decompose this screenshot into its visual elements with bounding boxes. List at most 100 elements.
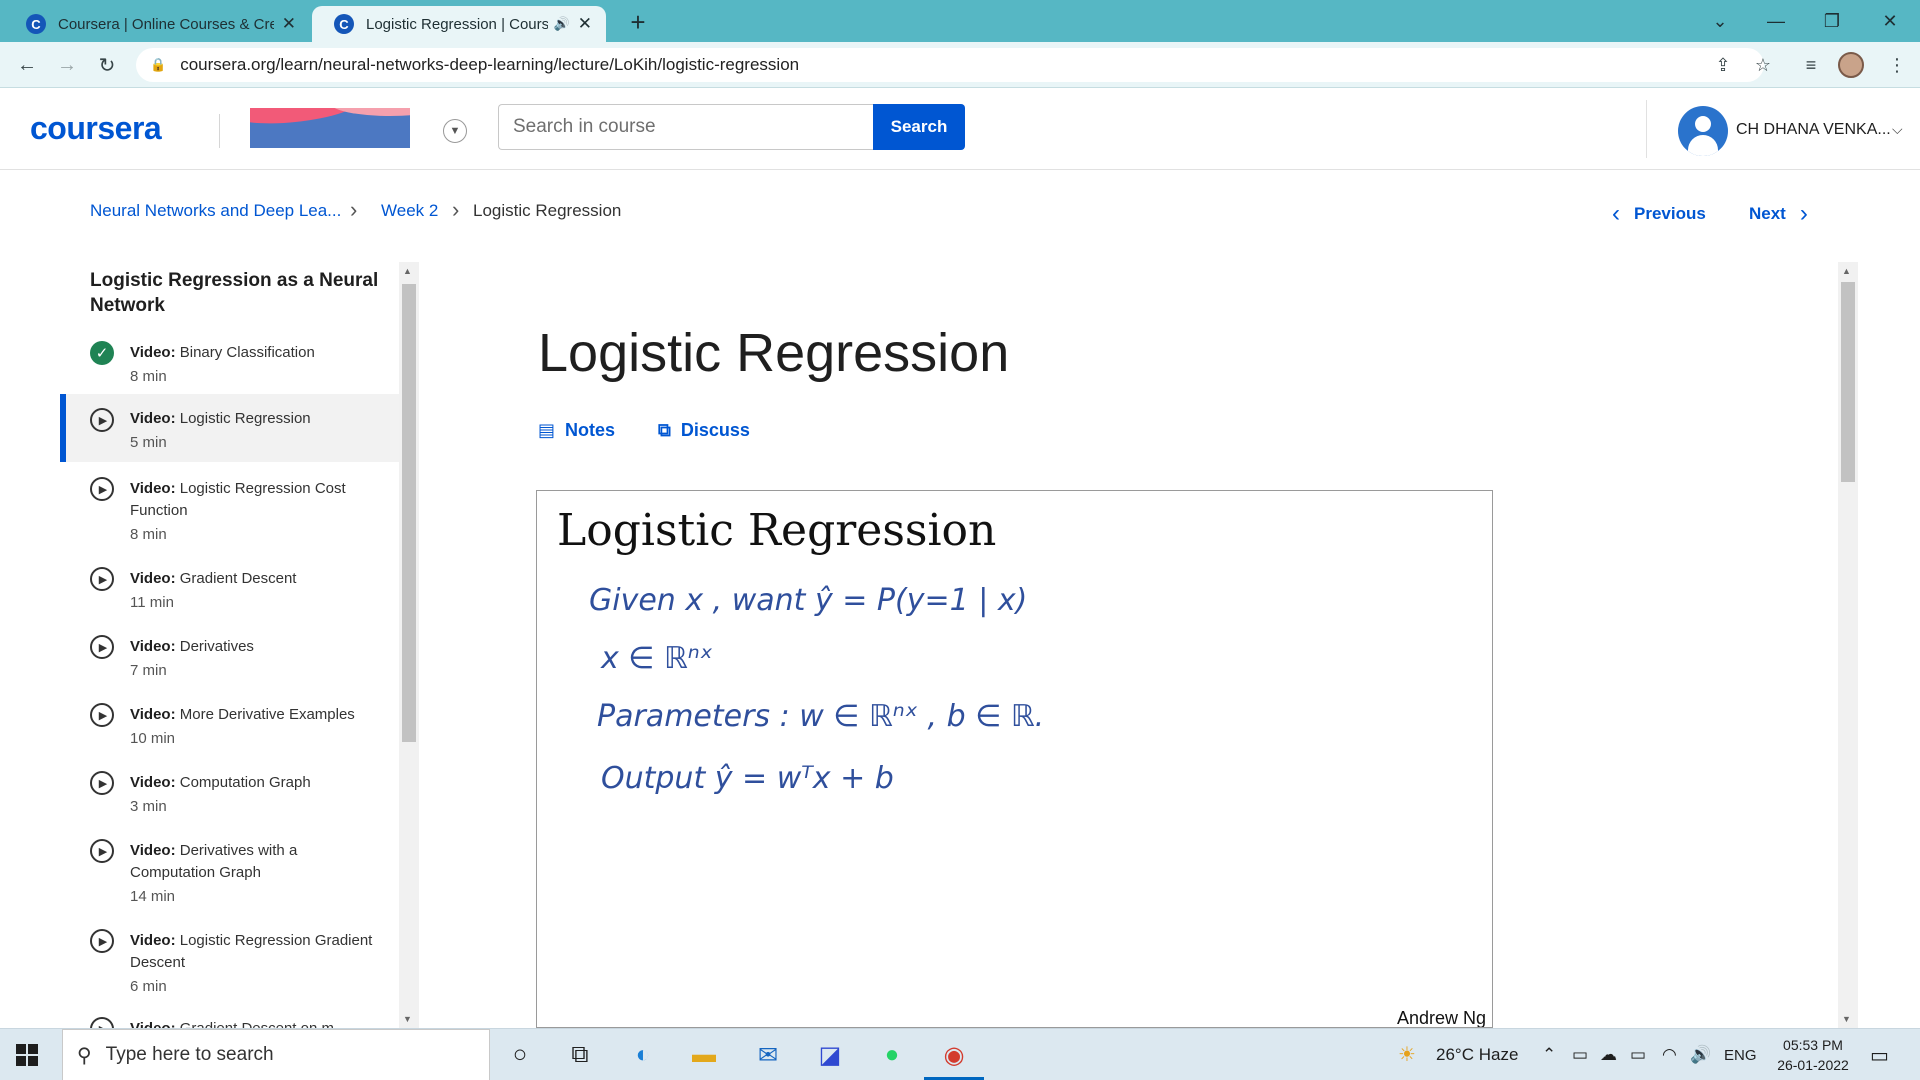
play-circle-icon: ▶: [90, 408, 114, 432]
windows-start-icon[interactable]: [16, 1044, 38, 1066]
main-scrollbar[interactable]: ▲ ▼: [1838, 262, 1858, 1028]
more-options-icon[interactable]: ⋮: [1882, 48, 1912, 82]
bookmark-star-icon[interactable]: ☆: [1748, 48, 1778, 82]
show-hidden-icons-icon[interactable]: ⌃: [1542, 1045, 1556, 1065]
address-bar[interactable]: 🔒 coursera.org/learn/neural-networks-dee…: [136, 48, 1764, 82]
weather-icon[interactable]: ☀: [1398, 1042, 1416, 1067]
user-name[interactable]: CH DHANA VENKA...: [1736, 121, 1891, 139]
scroll-down-icon[interactable]: ▼: [403, 1014, 412, 1024]
breadcrumb-week[interactable]: Week 2: [381, 201, 438, 221]
cortana-icon[interactable]: ○: [502, 1038, 538, 1072]
sidebar-item-derivatives-computation-graph[interactable]: ▶ Video: Derivatives with a Computation …: [60, 832, 399, 916]
scroll-up-icon[interactable]: ▲: [403, 266, 412, 276]
item-duration: 8 min: [130, 368, 167, 385]
search-input[interactable]: [498, 104, 874, 150]
edge-browser-icon[interactable]: ◐: [625, 1038, 661, 1072]
item-duration: 8 min: [130, 526, 167, 543]
notes-icon: ▤: [538, 420, 556, 440]
cloud-icon[interactable]: ☁: [1600, 1045, 1617, 1065]
window-close-button[interactable]: ✕: [1862, 0, 1918, 42]
user-avatar-icon[interactable]: [1678, 106, 1728, 156]
search-button[interactable]: Search: [873, 104, 965, 150]
volume-icon[interactable]: 🔊: [1690, 1045, 1711, 1065]
discuss-label: Discuss: [680, 420, 750, 440]
item-title: Gradient Descent: [179, 570, 297, 587]
tray-app-icon[interactable]: ▭: [1572, 1045, 1588, 1065]
speaker-icon[interactable]: 🔊: [554, 16, 570, 32]
chrome-icon[interactable]: ◉: [936, 1038, 972, 1072]
sidebar-item-binary-classification[interactable]: ✓ Video: Binary Classification 8 min: [60, 334, 399, 394]
sidebar-item-gradient-descent-m[interactable]: ▶ Video: Gradient Descent on m: [60, 1010, 399, 1028]
previous-button[interactable]: ‹ Previous: [1612, 200, 1706, 228]
scroll-down-icon[interactable]: ▼: [1842, 1014, 1851, 1024]
mail-icon[interactable]: ✉: [750, 1038, 786, 1072]
breadcrumb-current: Logistic Regression: [473, 201, 622, 220]
whatsapp-icon[interactable]: ●: [874, 1038, 910, 1072]
sidebar-item-computation-graph[interactable]: ▶ Video: Computation Graph 3 min: [60, 764, 399, 826]
notes-button[interactable]: ▤ Notes: [538, 420, 615, 441]
item-duration: 14 min: [130, 888, 176, 905]
check-circle-icon: ✓: [90, 341, 114, 365]
scrollbar-thumb[interactable]: [402, 284, 416, 742]
browser-tab-coursera-home[interactable]: C Coursera | Online Courses & Cre ✕: [4, 6, 310, 42]
weather-text[interactable]: 26°C Haze: [1436, 1045, 1518, 1065]
discuss-button[interactable]: ⧉ Discuss: [658, 420, 750, 441]
partner-logo[interactable]: [250, 108, 410, 148]
play-circle-icon: ▶: [90, 477, 114, 501]
browser-tab-logistic-regression[interactable]: C Logistic Regression | Courser 🔊 ✕: [312, 6, 606, 42]
lesson-sidebar: Logistic Regression as a Neural Network …: [60, 262, 399, 1028]
item-type: Video:: [130, 638, 176, 655]
media-playlist-icon[interactable]: ≡: [1796, 48, 1826, 82]
item-type: Video:: [130, 932, 176, 949]
play-circle-icon: ▶: [90, 635, 114, 659]
back-arrow-icon[interactable]: ←: [12, 50, 42, 80]
minimize-button[interactable]: —: [1748, 0, 1804, 42]
item-title: Computation Graph: [179, 774, 311, 791]
reload-icon[interactable]: ↻: [92, 50, 122, 80]
file-explorer-icon[interactable]: ▬: [686, 1038, 722, 1072]
language-indicator[interactable]: ENG: [1724, 1047, 1757, 1064]
item-type: Video:: [130, 570, 176, 587]
play-circle-icon: ▶: [90, 929, 114, 953]
chevron-down-icon[interactable]: ▼: [443, 119, 467, 143]
sidebar-item-logistic-regression[interactable]: ▶ Video: Logistic Regression 5 min: [60, 394, 399, 462]
notification-icon[interactable]: ▭: [1870, 1043, 1889, 1068]
next-label: Next: [1749, 204, 1786, 223]
close-icon[interactable]: ✕: [578, 14, 592, 34]
chevron-right-icon: ›: [1799, 200, 1808, 227]
coursera-logo[interactable]: coursera: [30, 110, 162, 147]
sidebar-item-lr-gradient-descent[interactable]: ▶ Video: Logistic Regression Gradient De…: [60, 922, 399, 1006]
sidebar-item-gradient-descent[interactable]: ▶ Video: Gradient Descent 11 min: [60, 560, 399, 622]
sidebar-item-derivatives[interactable]: ▶ Video: Derivatives 7 min: [60, 628, 399, 690]
next-button[interactable]: Next ›: [1749, 200, 1808, 228]
video-player[interactable]: Logistic Regression Given x , want ŷ = P…: [536, 490, 1493, 1028]
app-icon[interactable]: ◪: [812, 1038, 848, 1072]
clock-time: 05:53 PM: [1783, 1037, 1843, 1053]
item-duration: 5 min: [130, 434, 167, 451]
play-circle-icon: ▶: [90, 771, 114, 795]
item-title: Binary Classification: [179, 344, 315, 361]
tab-search-chevron-icon[interactable]: ⌄: [1692, 0, 1748, 42]
close-icon[interactable]: ✕: [282, 14, 296, 34]
restore-button[interactable]: ❐: [1804, 0, 1860, 42]
new-tab-button[interactable]: +: [622, 6, 654, 38]
item-type: Video:: [130, 344, 176, 361]
system-clock[interactable]: 05:53 PM 26-01-2022: [1768, 1035, 1858, 1075]
chevron-right-icon: ›: [350, 197, 358, 222]
wifi-icon[interactable]: ◠: [1662, 1045, 1677, 1065]
scroll-up-icon[interactable]: ▲: [1842, 266, 1851, 276]
taskbar-search-box[interactable]: ⚲ Type here to search: [62, 1029, 490, 1080]
sidebar-item-more-derivative-examples[interactable]: ▶ Video: More Derivative Examples 10 min: [60, 696, 399, 758]
forward-arrow-icon[interactable]: →: [52, 50, 82, 80]
breadcrumb-course[interactable]: Neural Networks and Deep Lea...: [90, 201, 341, 221]
battery-icon[interactable]: ▭: [1630, 1045, 1646, 1065]
item-title: Derivatives: [179, 638, 254, 655]
share-icon[interactable]: ⇪: [1708, 48, 1738, 82]
sidebar-scrollbar[interactable]: ▲ ▼: [399, 262, 419, 1028]
scrollbar-thumb[interactable]: [1841, 282, 1855, 482]
chevron-down-icon[interactable]: ⌵: [1892, 121, 1903, 138]
sidebar-item-cost-function[interactable]: ▶ Video: Logistic Regression Cost Functi…: [60, 470, 399, 554]
slide-author: Andrew Ng: [1396, 1008, 1486, 1028]
task-view-icon[interactable]: ⧉: [562, 1038, 598, 1072]
browser-profile-avatar[interactable]: [1838, 52, 1864, 78]
